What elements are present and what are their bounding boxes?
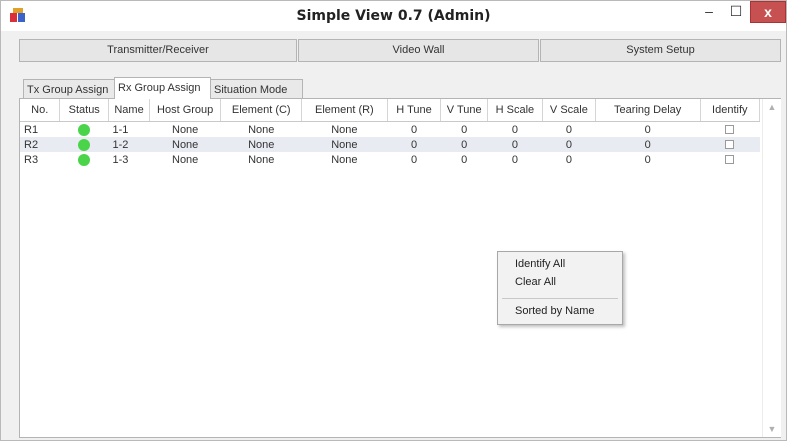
cell-no: R2: [20, 137, 60, 152]
cell-tearing-delay[interactable]: 0: [595, 137, 701, 152]
table-header-row: No. Status Name Host Group Element (C) E…: [20, 99, 761, 122]
app-window: Simple View 0.7 (Admin) – ☐ x Transmitte…: [0, 0, 787, 441]
identify-checkbox[interactable]: [725, 140, 735, 150]
vertical-scrollbar[interactable]: ▲ ▼: [762, 99, 781, 437]
table-row[interactable]: R1 1-1 None None None 0 0 0 0 0: [20, 122, 760, 138]
table-row[interactable]: R3 1-3 None None None 0 0 0 0 0: [20, 152, 760, 167]
cell-name[interactable]: 1-2: [108, 137, 150, 152]
title-bar[interactable]: Simple View 0.7 (Admin) – ☐ x: [1, 1, 786, 31]
column-header-host-group[interactable]: Host Group: [149, 99, 222, 122]
status-online-icon: [78, 153, 91, 166]
status-online-icon: [78, 138, 91, 151]
tab-tx-group-assign[interactable]: Tx Group Assign: [23, 79, 115, 98]
cell-name[interactable]: 1-1: [109, 122, 150, 138]
column-header-h-scale[interactable]: H Scale: [487, 99, 543, 122]
column-header-v-scale[interactable]: V Scale: [542, 99, 596, 122]
window-title: Simple View 0.7 (Admin): [296, 8, 491, 24]
cell-v-scale[interactable]: 0: [542, 137, 596, 152]
rx-group-panel: No. Status Name Host Group Element (C) E…: [19, 98, 781, 438]
system-setup-button[interactable]: System Setup: [540, 39, 781, 62]
cell-h-tune[interactable]: 0: [387, 137, 441, 152]
cell-element-c[interactable]: None: [221, 122, 302, 138]
receiver-table: No. Status Name Host Group Element (C) E…: [20, 99, 761, 167]
cell-h-scale[interactable]: 0: [487, 122, 542, 138]
cell-v-scale[interactable]: 0: [542, 152, 595, 167]
cell-v-tune[interactable]: 0: [440, 137, 488, 152]
main-nav: Transmitter/Receiver Video Wall System S…: [19, 39, 781, 63]
cell-h-scale[interactable]: 0: [487, 152, 542, 167]
cell-h-tune[interactable]: 0: [387, 152, 441, 167]
cell-element-c[interactable]: None: [221, 152, 302, 167]
cell-no: R3: [24, 153, 39, 166]
cell-status: [59, 137, 109, 152]
menu-separator: [502, 298, 618, 299]
status-online-icon: [78, 123, 91, 136]
cell-status: [60, 122, 109, 138]
table-row[interactable]: R2 1-2 None None None 0 0 0 0 0: [20, 137, 760, 152]
scroll-down-icon[interactable]: ▼: [763, 424, 781, 434]
identify-checkbox[interactable]: [725, 155, 735, 165]
scroll-up-icon[interactable]: ▲: [763, 102, 781, 112]
cell-h-tune[interactable]: 0: [387, 122, 441, 138]
cell-name[interactable]: 1-3: [109, 152, 150, 167]
context-menu: Identify All Clear All Sorted by Name: [497, 251, 623, 325]
cell-host-group[interactable]: None: [150, 122, 221, 138]
cell-v-tune[interactable]: 0: [441, 152, 487, 167]
video-wall-button[interactable]: Video Wall: [298, 39, 539, 62]
identify-checkbox[interactable]: [725, 125, 735, 135]
cell-status: [60, 152, 109, 167]
menu-item-identify-all[interactable]: Identify All: [515, 258, 565, 270]
tab-situation-mode[interactable]: Situation Mode: [210, 79, 303, 98]
cell-element-r[interactable]: None: [302, 122, 387, 138]
cell-identify: [700, 137, 760, 152]
transmitter-receiver-button[interactable]: Transmitter/Receiver: [19, 39, 297, 62]
tab-rx-group-assign[interactable]: Rx Group Assign: [114, 77, 211, 99]
cell-host-group[interactable]: None: [149, 137, 221, 152]
cell-tearing-delay[interactable]: 0: [595, 122, 700, 138]
maximize-button[interactable]: ☐: [723, 1, 749, 23]
cell-element-r[interactable]: None: [302, 152, 387, 167]
column-header-name[interactable]: Name: [108, 99, 151, 122]
cell-element-r[interactable]: None: [301, 137, 388, 152]
cell-v-tune[interactable]: 0: [441, 122, 487, 138]
column-header-identify[interactable]: Identify: [700, 99, 761, 122]
minimize-button[interactable]: –: [696, 1, 722, 23]
cell-h-scale[interactable]: 0: [487, 137, 543, 152]
cell-host-group[interactable]: None: [150, 152, 221, 167]
column-header-h-tune[interactable]: H Tune: [387, 99, 442, 122]
cell-identify: [700, 152, 759, 167]
cell-no: R1: [24, 123, 39, 136]
close-button[interactable]: x: [750, 1, 786, 23]
menu-item-sorted-by-name[interactable]: Sorted by Name: [515, 305, 594, 317]
column-header-tearing-delay[interactable]: Tearing Delay: [595, 99, 701, 122]
column-header-v-tune[interactable]: V Tune: [440, 99, 488, 122]
column-header-element-r[interactable]: Element (R): [301, 99, 388, 122]
menu-item-clear-all[interactable]: Clear All: [515, 276, 556, 288]
column-header-no[interactable]: No.: [20, 99, 61, 122]
column-header-element-c[interactable]: Element (C): [220, 99, 303, 122]
cell-v-scale[interactable]: 0: [542, 122, 595, 138]
column-header-status[interactable]: Status: [59, 99, 110, 122]
cell-tearing-delay[interactable]: 0: [595, 152, 700, 167]
cell-identify: [700, 122, 759, 138]
cell-element-c[interactable]: None: [220, 137, 302, 152]
